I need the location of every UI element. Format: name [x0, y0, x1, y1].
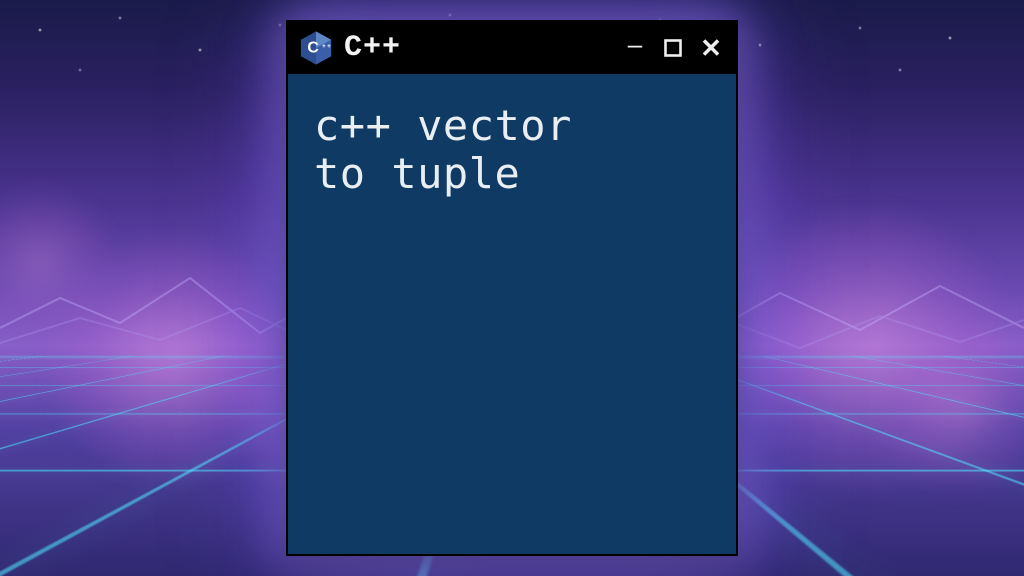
minimize-button[interactable]: – [622, 31, 648, 57]
svg-text:C: C [307, 39, 318, 56]
content-line-1: c++ vector [314, 101, 572, 150]
svg-text:+: + [327, 43, 331, 50]
close-button[interactable]: ✕ [698, 35, 724, 61]
terminal-window-glow: C + + C++ – ✕ c++ vector to tuple [286, 20, 738, 560]
terminal-window: C + + C++ – ✕ c++ vector to tuple [286, 20, 738, 556]
maximize-button[interactable] [660, 35, 686, 61]
window-title: C++ [344, 31, 612, 65]
window-controls: – ✕ [622, 35, 724, 61]
svg-text:+: + [322, 43, 326, 50]
titlebar[interactable]: C + + C++ – ✕ [288, 22, 736, 74]
cpp-logo-icon: C + + [298, 30, 334, 66]
terminal-content: c++ vector to tuple [288, 74, 736, 554]
content-line-2: to tuple [314, 149, 520, 198]
